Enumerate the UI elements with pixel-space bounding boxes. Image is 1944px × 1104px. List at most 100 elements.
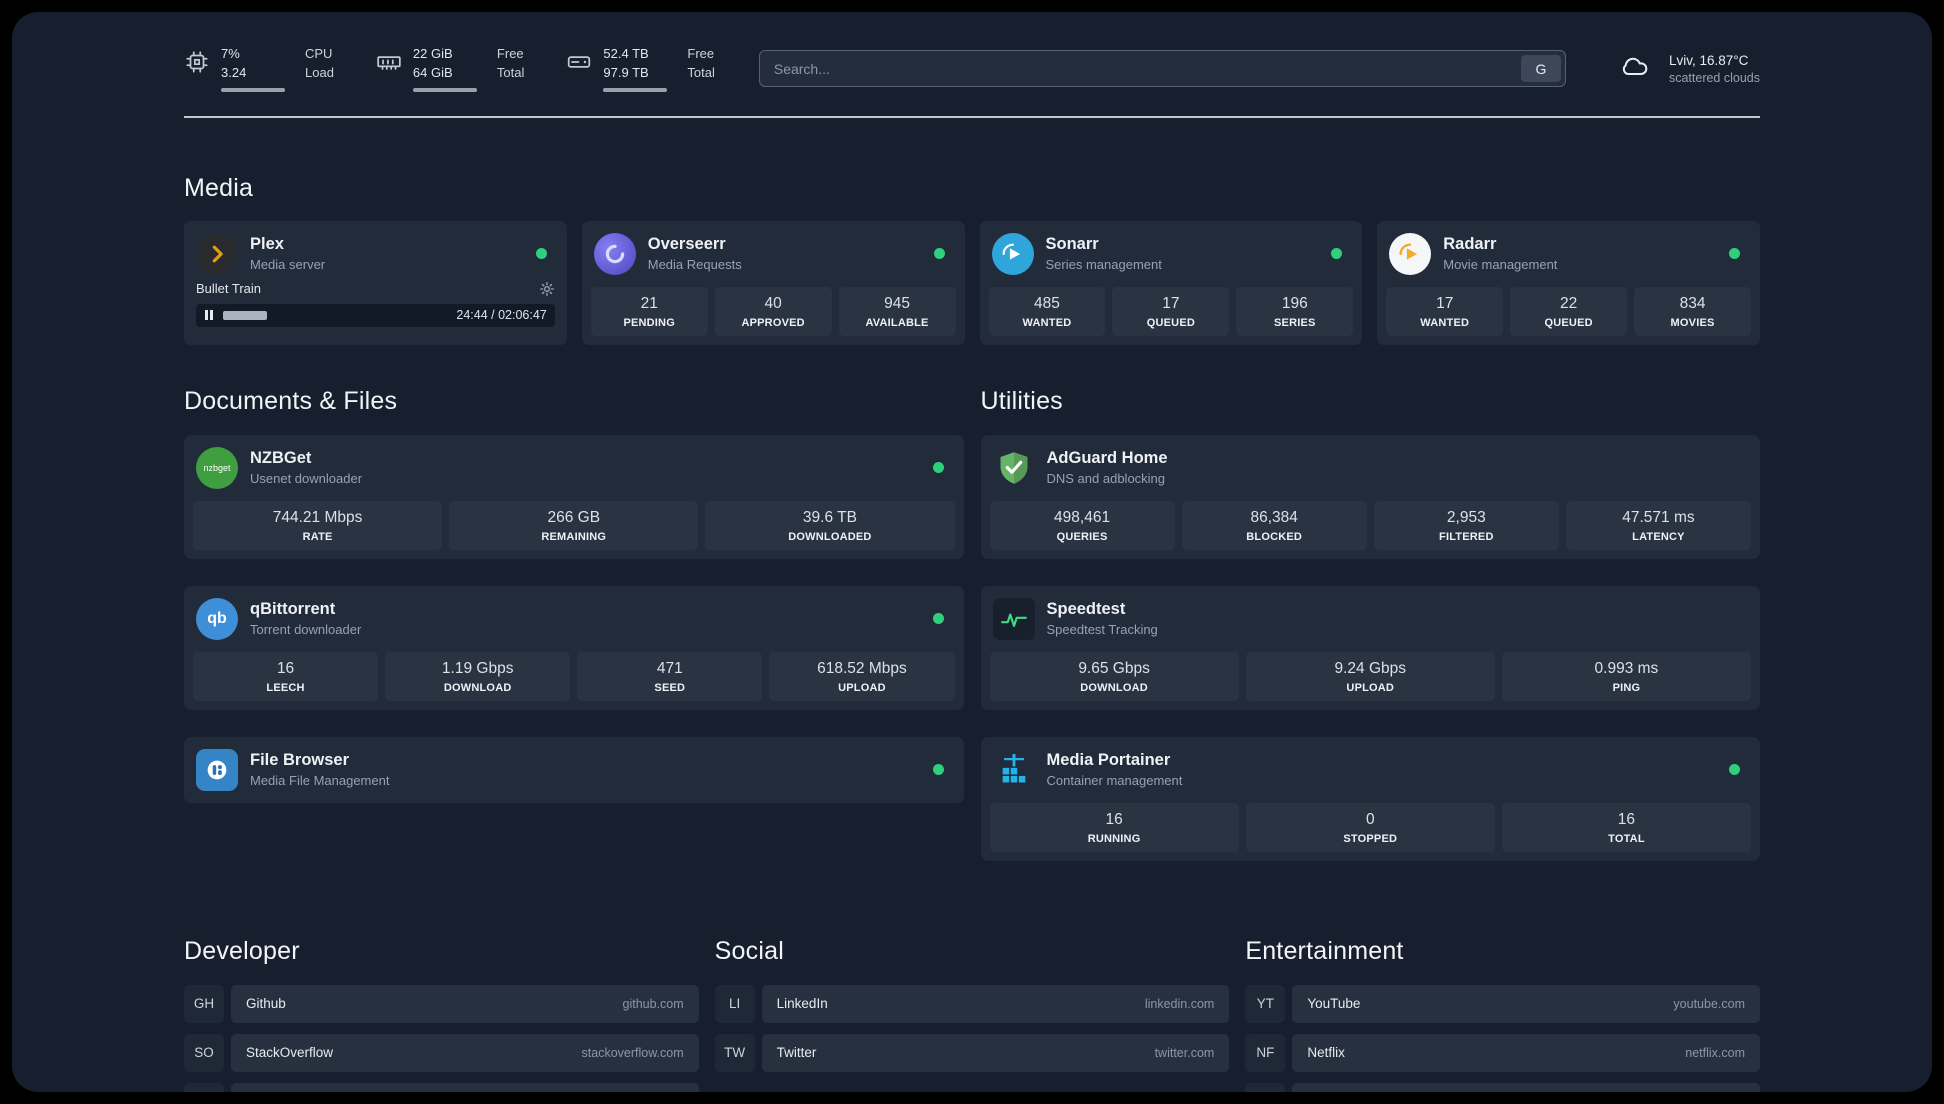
search-input[interactable] [758, 50, 1566, 88]
status-dot [535, 248, 547, 260]
memory-widget: 22 GiB Free 64 GiB Total [376, 46, 524, 92]
stat-queued: 22 QUEUED [1510, 286, 1628, 336]
service-name: AdGuard Home [1046, 449, 1168, 468]
bookmark-stackoverflow[interactable]: SO StackOverflow stackoverflow.com [184, 1033, 699, 1072]
stat-download: 1.19 Gbps DOWNLOAD [385, 651, 571, 701]
memory-total: 64 GiB [412, 64, 453, 80]
cloud-icon [1614, 50, 1656, 87]
service-card-portainer[interactable]: Media Portainer Container management 16 … [980, 736, 1760, 861]
bookmark-url: github.com [622, 996, 684, 1011]
stat-queries: 498,461 QUERIES [989, 500, 1175, 550]
bookmark-dev[interactable]: DT DEV dev.to [184, 1082, 699, 1092]
service-description: Media Requests [647, 257, 742, 273]
disk-total: 97.9 TB [603, 64, 649, 80]
bookmark-name: Github [246, 996, 286, 1012]
bookmark-abbr: NF [1245, 1033, 1286, 1072]
service-card-adguard[interactable]: AdGuard Home DNS and adblocking 498,461 … [980, 434, 1760, 559]
service-description: Media server [250, 257, 326, 273]
bookmark-name: StackOverflow [246, 1045, 334, 1061]
status-dot [932, 462, 944, 474]
section-title-entertainment: Entertainment [1245, 936, 1404, 965]
disk-label-1: Free [687, 46, 715, 61]
cpu-usage: 7% [221, 46, 240, 61]
playback-bar: 24:44 / 02:06:47 [196, 303, 555, 327]
stat-upload: 9.24 Gbps UPLOAD [1245, 651, 1495, 701]
status-dot [933, 248, 945, 260]
resource-widgets: 7% CPU 3.24 Load 22 GiB Free 64 GiB Tota… [184, 46, 715, 92]
sonarr-icon [991, 232, 1034, 275]
bookmark-twitter[interactable]: TW Twitter twitter.com [714, 1033, 1230, 1072]
bookmark-url: twitter.com [1154, 1045, 1215, 1060]
service-card-filebrowser[interactable]: File Browser Media File Management [184, 736, 964, 803]
bookmark-abbr: RE [1245, 1082, 1286, 1092]
section-media: Media Plex Media server Bullet Train 24:… [184, 174, 1760, 345]
service-card-speedtest[interactable]: Speedtest Speedtest Tracking 9.65 Gbps D… [980, 585, 1760, 710]
service-card-nzbget[interactable]: nzbget NZBGet Usenet downloader 744.21 M… [184, 434, 964, 559]
service-card-qbittorrent[interactable]: qb qBittorrent Torrent downloader 16 LEE… [184, 585, 964, 710]
stat-queued: 17 QUEUED [1112, 286, 1230, 336]
bookmark-url: linkedin.com [1144, 996, 1215, 1011]
weather-location: Lviv, 16.87°C [1668, 52, 1749, 68]
stat-movies: 834 MOVIES [1634, 286, 1752, 336]
playback-time: 24:44 / 02:06:47 [456, 308, 547, 323]
plex-now-playing: Bullet Train 24:44 / 02:06:47 [193, 281, 558, 327]
cpu-label-1: CPU [305, 46, 333, 61]
bookmark-abbr: TW [714, 1033, 755, 1072]
stat-upload: 618.52 Mbps UPLOAD [769, 651, 955, 701]
bookmark-youtube[interactable]: YT YouTube youtube.com [1245, 984, 1760, 1023]
weather-condition: scattered clouds [1668, 70, 1760, 85]
pause-icon[interactable] [204, 310, 214, 321]
adguard-icon [993, 447, 1035, 489]
service-card-sonarr[interactable]: Sonarr Series management 485 WANTED 17 Q… [979, 220, 1363, 345]
memory-usage-bar [412, 87, 477, 92]
bookmark-github[interactable]: GH Github github.com [184, 984, 699, 1023]
radarr-icon [1389, 232, 1432, 275]
service-description: Usenet downloader [250, 471, 363, 487]
stat-pending: 21 PENDING [590, 286, 708, 336]
bookmark-name: Twitter [776, 1045, 817, 1061]
bookmark-group-social: Social LI LinkedIn linkedin.com TW Twitt… [714, 936, 1230, 1092]
service-name: NZBGet [250, 449, 312, 468]
status-dot [1331, 248, 1343, 260]
stat-ping: 0.993 ms PING [1501, 651, 1752, 701]
bookmark-netflix[interactable]: NF Netflix netflix.com [1245, 1033, 1760, 1072]
weather-widget: Lviv, 16.87°C scattered clouds [1614, 50, 1760, 87]
search-bar: G [758, 50, 1566, 88]
service-card-overseerr[interactable]: Overseerr Media Requests 21 PENDING 40 A… [581, 220, 965, 345]
disk-widget: 52.4 TB Free 97.9 TB Total [566, 46, 715, 92]
section-documents: Documents & Files nzbget NZBGet Usenet d… [184, 387, 964, 861]
search-provider-button[interactable]: G [1520, 55, 1561, 83]
service-name: Overseerr [647, 235, 726, 254]
memory-label-1: Free [496, 46, 524, 61]
bookmark-abbr: SO [184, 1033, 224, 1072]
bookmark-url: stackoverflow.com [581, 1045, 684, 1060]
portainer-icon [993, 749, 1035, 791]
stat-wanted: 17 WANTED [1386, 286, 1504, 336]
section-utilities: Utilities AdGuard Home DNS and adblockin… [980, 386, 1760, 861]
playback-progress[interactable] [223, 310, 447, 320]
service-name: Speedtest [1046, 600, 1126, 619]
stat-stopped: 0 STOPPED [1245, 802, 1495, 852]
section-title-utilities: Utilities [980, 386, 1063, 415]
service-card-radarr[interactable]: Radarr Movie management 17 WANTED 22 QUE… [1377, 220, 1760, 345]
service-name: File Browser [250, 751, 350, 770]
bookmark-url: youtube.com [1673, 996, 1745, 1011]
status-dot [932, 613, 944, 625]
stream-settings-icon[interactable] [539, 281, 555, 297]
stat-running: 16 RUNNING [989, 802, 1239, 852]
topbar: 7% CPU 3.24 Load 22 GiB Free 64 GiB Tota… [184, 46, 1760, 92]
bookmark-abbr: GH [184, 984, 224, 1023]
bookmark-group-developer: Developer GH Github github.com SO StackO… [184, 937, 699, 1092]
stat-blocked: 86,384 BLOCKED [1181, 500, 1367, 550]
section-title-social: Social [714, 936, 784, 965]
qbittorrent-icon: qb [196, 597, 238, 640]
section-title-documents: Documents & Files [184, 386, 398, 415]
cpu-icon [184, 49, 210, 80]
section-title-developer: Developer [184, 936, 300, 965]
bookmark-linkedin[interactable]: LI LinkedIn linkedin.com [714, 984, 1230, 1023]
bookmark-reddit[interactable]: RE Reddit reddit.com [1245, 1082, 1760, 1092]
plex-icon [196, 232, 238, 275]
service-description: Torrent downloader [250, 622, 362, 638]
service-card-plex[interactable]: Plex Media server Bullet Train 24:44 / 0… [184, 220, 567, 345]
stat-series: 196 SERIES [1236, 286, 1354, 336]
